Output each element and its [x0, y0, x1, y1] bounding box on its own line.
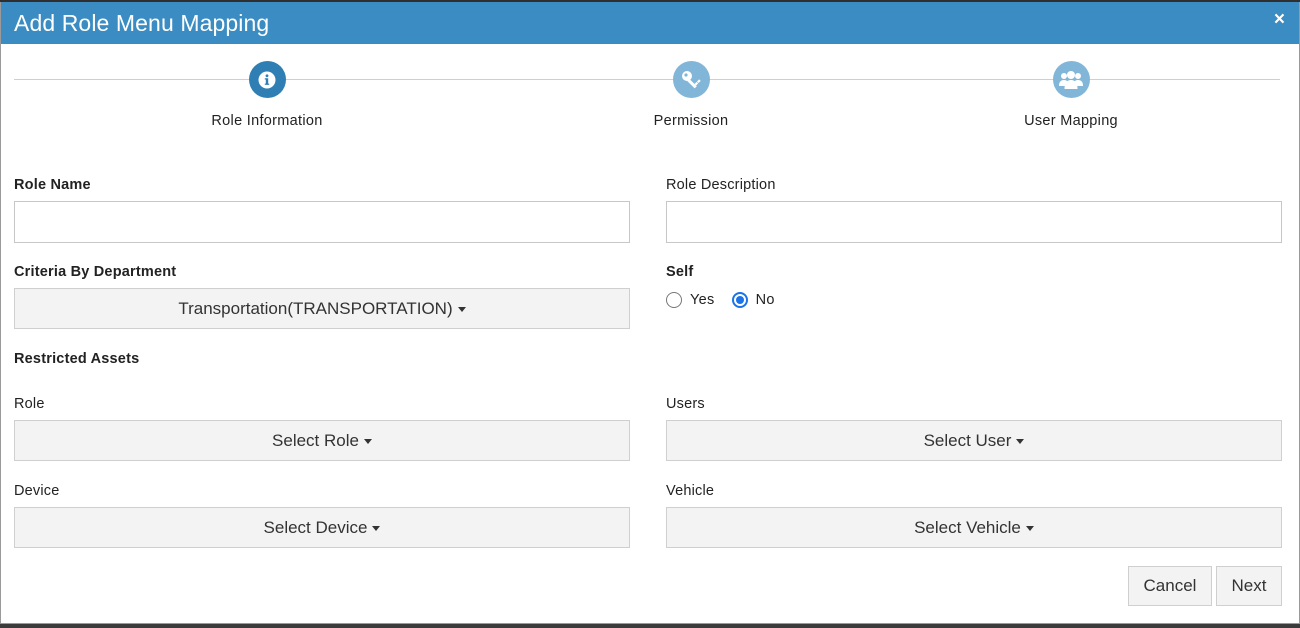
- device-dropdown-value: Select Device: [263, 517, 368, 537]
- step-user-mapping[interactable]: User Mapping: [971, 61, 1171, 129]
- step-permission[interactable]: Permission: [591, 61, 791, 129]
- self-yes-radio[interactable]: [666, 292, 682, 308]
- users-icon: [1052, 61, 1090, 98]
- vehicle-label: Vehicle: [666, 483, 715, 499]
- self-radio-group: Yes No: [666, 292, 792, 308]
- vehicle-dropdown[interactable]: Select Vehicle: [666, 507, 1282, 548]
- device-dropdown[interactable]: Select Device: [14, 507, 630, 548]
- role-label: Role: [14, 396, 45, 412]
- close-button[interactable]: ×: [1274, 10, 1285, 29]
- department-dropdown[interactable]: Transportation(TRANSPORTATION): [14, 288, 630, 329]
- info-icon: [248, 61, 286, 98]
- step-role-information[interactable]: Role Information: [167, 61, 367, 129]
- cancel-button[interactable]: Cancel: [1128, 566, 1212, 606]
- caret-down-icon: [457, 307, 466, 312]
- step-label: Permission: [653, 113, 729, 129]
- self-label: Self: [666, 264, 694, 280]
- self-no-radio[interactable]: [731, 292, 748, 308]
- vehicle-dropdown-value: Select Vehicle: [914, 517, 1021, 537]
- device-label: Device: [14, 483, 60, 499]
- restricted-assets-heading: Restricted Assets: [14, 351, 140, 367]
- caret-down-icon: [363, 439, 372, 444]
- self-no-label[interactable]: No: [756, 292, 775, 308]
- caret-down-icon: [1025, 526, 1034, 531]
- role-dropdown-value: Select Role: [272, 430, 359, 450]
- users-dropdown[interactable]: Select User: [666, 420, 1282, 461]
- caret-down-icon: [1016, 439, 1025, 444]
- role-form: Role Name Role Description Criteria By D…: [14, 164, 1282, 624]
- role-dropdown[interactable]: Select Role: [14, 420, 630, 461]
- role-description-input[interactable]: [666, 201, 1282, 243]
- modal-title: Add Role Menu Mapping: [14, 9, 270, 36]
- wizard-stepper: Role Information Permission User Mapping: [1, 44, 1299, 144]
- key-icon: [672, 61, 710, 98]
- role-name-label: Role Name: [14, 177, 91, 193]
- caret-down-icon: [372, 526, 381, 531]
- add-role-menu-mapping-modal: Add Role Menu Mapping × Role Information: [0, 2, 1300, 624]
- role-description-label: Role Description: [666, 177, 776, 193]
- step-label: User Mapping: [1024, 113, 1118, 129]
- users-dropdown-value: Select User: [923, 430, 1012, 450]
- step-label: Role Information: [211, 113, 323, 129]
- modal-header: Add Role Menu Mapping ×: [1, 2, 1299, 44]
- self-yes-label[interactable]: Yes: [690, 292, 715, 308]
- role-name-input[interactable]: [14, 201, 630, 243]
- next-button[interactable]: Next: [1216, 566, 1282, 606]
- criteria-department-label: Criteria By Department: [14, 264, 177, 280]
- department-dropdown-value: Transportation(TRANSPORTATION): [178, 298, 453, 318]
- users-label: Users: [666, 396, 705, 412]
